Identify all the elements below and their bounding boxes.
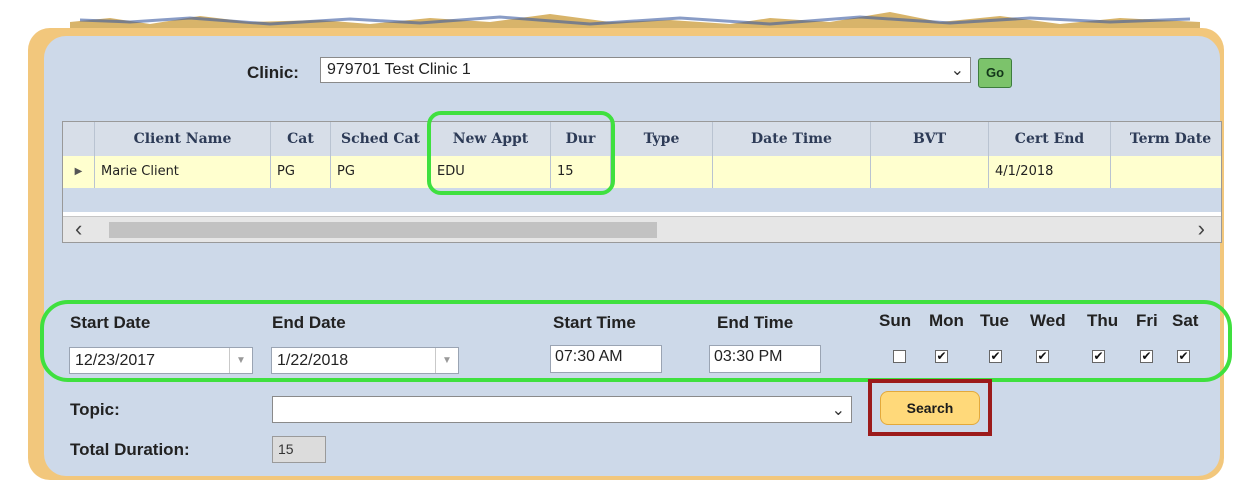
cell-sched-cat: PG xyxy=(331,156,431,188)
column-header-sched-cat[interactable]: Sched Cat xyxy=(331,122,431,156)
scroll-left-icon[interactable]: ‹ xyxy=(75,217,82,241)
clinic-label: Clinic: xyxy=(247,63,299,82)
row-selector-icon: ▶ xyxy=(63,156,95,188)
scroll-right-icon[interactable]: › xyxy=(1198,217,1205,241)
column-header-type[interactable]: Type xyxy=(611,122,713,156)
grid-empty-area xyxy=(63,188,1221,212)
highlight-search-button xyxy=(868,379,992,436)
clinic-select-value: 979701 Test Clinic 1 xyxy=(327,61,471,78)
total-duration-label: Total Duration: xyxy=(70,440,190,459)
chevron-down-icon: ⌄ xyxy=(950,62,964,79)
grid-header: Client Name Cat Sched Cat New Appt Dur T… xyxy=(63,122,1221,157)
cell-cat: PG xyxy=(271,156,331,188)
column-header-term-date[interactable]: Term Date xyxy=(1111,122,1221,156)
highlight-date-filters xyxy=(40,300,1232,382)
topic-select[interactable]: ⌄ xyxy=(272,396,852,423)
go-button[interactable]: Go xyxy=(978,58,1012,88)
horizontal-scrollbar[interactable]: ‹ › xyxy=(63,216,1221,242)
clinic-select[interactable]: 979701 Test Clinic 1 ⌄ xyxy=(320,57,971,83)
column-header-bvt[interactable]: BVT xyxy=(871,122,989,156)
topic-label: Topic: xyxy=(70,400,120,419)
column-header-client-name[interactable]: Client Name xyxy=(95,122,271,156)
chevron-down-icon: ⌄ xyxy=(831,402,845,419)
cell-cert-end: 4/1/2018 xyxy=(989,156,1111,188)
table-row[interactable]: ▶ Marie Client PG PG EDU 15 4/1/2018 xyxy=(63,156,1221,189)
column-header-cat[interactable]: Cat xyxy=(271,122,331,156)
torn-paper-edge xyxy=(70,12,1200,30)
cell-type xyxy=(611,156,713,188)
cell-client-name: Marie Client xyxy=(95,156,271,188)
column-header-cert-end[interactable]: Cert End xyxy=(989,122,1111,156)
row-indicator-header xyxy=(63,122,95,156)
scrollbar-thumb[interactable] xyxy=(109,222,657,238)
cell-term-date xyxy=(1111,156,1221,188)
column-header-date-time[interactable]: Date Time xyxy=(713,122,871,156)
highlight-new-appt-dur xyxy=(427,111,615,195)
cell-date-time xyxy=(713,156,871,188)
cell-bvt xyxy=(871,156,989,188)
client-grid: Client Name Cat Sched Cat New Appt Dur T… xyxy=(62,121,1222,243)
total-duration-field: 15 xyxy=(272,436,326,463)
